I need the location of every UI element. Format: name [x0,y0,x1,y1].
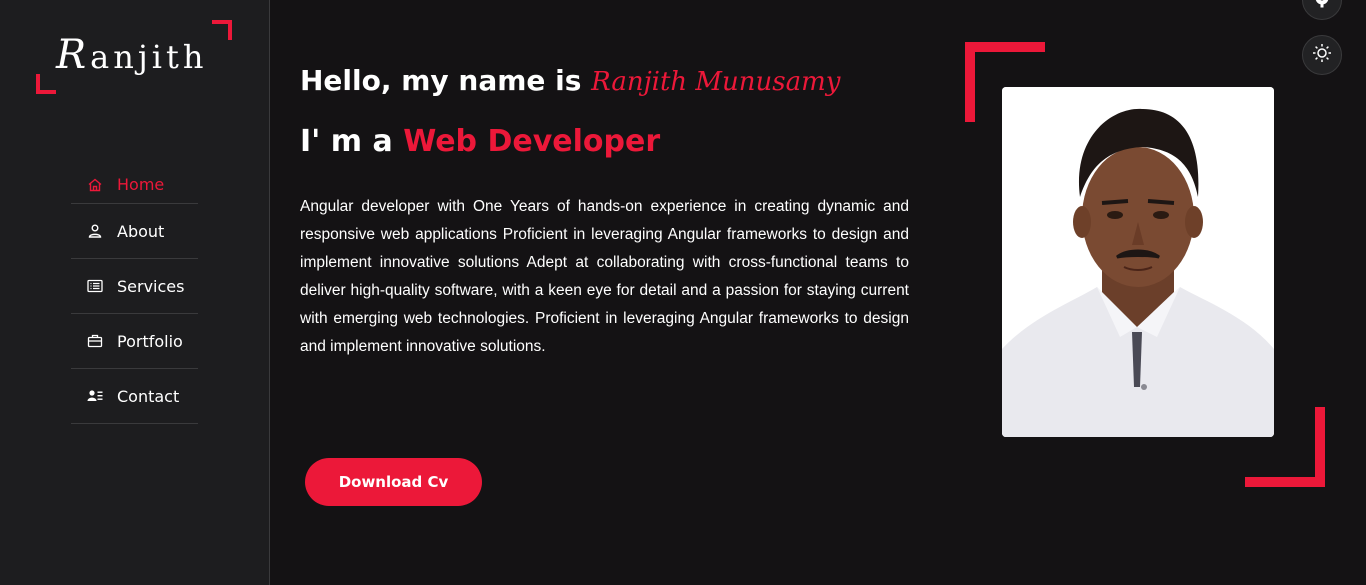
briefcase-icon [87,333,103,349]
logo-initial: R [56,32,91,78]
settings-button[interactable] [1302,0,1342,20]
logo[interactable]: Ranjith [36,20,232,94]
nav-label-about: About [117,221,165,241]
nav-item-services[interactable]: Services [71,259,198,314]
logo-corner-bottom-left [36,74,56,94]
hero-name: Ranjith Munusamy [591,67,841,97]
home-icon [87,177,103,193]
role-title: Web Developer [403,124,661,159]
sun-icon [1312,43,1332,67]
logo-text: Ranjith [56,32,207,78]
logo-corner-top-right [212,20,232,40]
nav-label-portfolio: Portfolio [117,331,183,351]
main-nav: Home About Services Portfolio Contact [71,166,198,424]
nav-label-contact: Contact [117,386,180,406]
greeting-heading: Hello, my name is Ranjith Munusamy [300,64,840,97]
nav-item-portfolio[interactable]: Portfolio [71,314,198,369]
nav-item-home[interactable]: Home [71,166,198,204]
nav-item-about[interactable]: About [71,204,198,259]
download-cv-button[interactable]: Download Cv [305,458,482,506]
greeting-text: Hello, my name is [300,64,592,97]
gear-icon [1312,0,1332,12]
role-prefix: I' m a [300,124,404,159]
hero-description: Angular developer with One Years of hand… [300,198,909,355]
nav-label-home: Home [117,175,165,194]
user-icon [87,223,103,239]
nav-label-services: Services [117,276,185,296]
theme-toggle-button[interactable] [1302,35,1342,75]
role-heading: I' m a Web Developer [300,124,660,159]
contacts-icon [87,388,103,404]
sidebar: Ranjith Home About Services Portfolio Co… [0,0,270,585]
nav-item-contact[interactable]: Contact [71,369,198,424]
list-icon [87,278,103,294]
profile-photo [1002,87,1274,437]
logo-rest: anjith [90,38,208,76]
